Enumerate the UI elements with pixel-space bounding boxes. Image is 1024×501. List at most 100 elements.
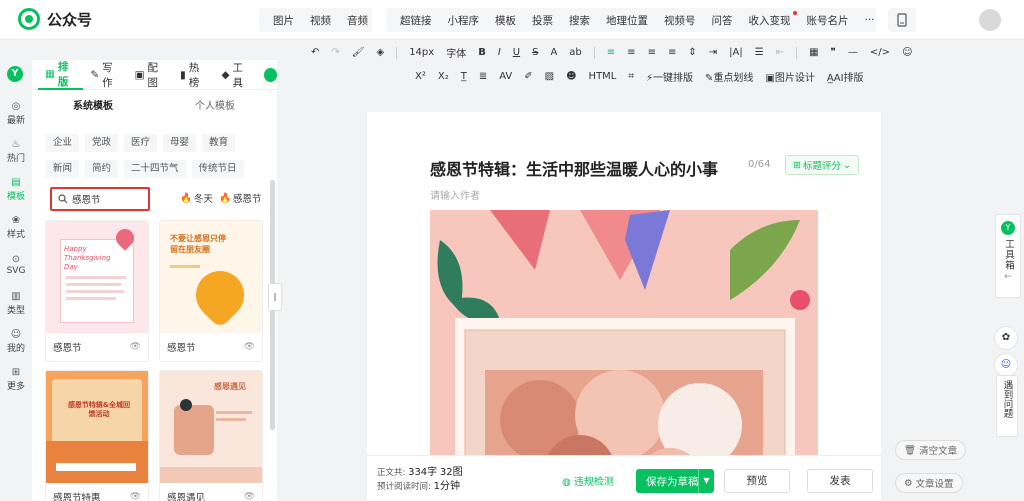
subtab-personal[interactable]: 个人模板 <box>154 96 276 118</box>
author-input[interactable]: 请输入作者 <box>430 187 480 202</box>
tab-image[interactable]: ▣ 配图 <box>128 60 173 90</box>
font-family-select[interactable]: 字体 <box>446 45 466 60</box>
panel-toggle[interactable] <box>264 67 277 82</box>
font-size-select[interactable]: 14px <box>409 47 434 58</box>
table-icon[interactable]: ▦ <box>809 47 818 58</box>
menu-audio[interactable]: 音频 <box>339 13 376 28</box>
article-title-input[interactable]: 感恩节特辑：生活中那些温暖人心的小事 <box>430 156 718 180</box>
outdent-icon[interactable]: ⇤ <box>776 47 784 58</box>
template-card[interactable]: Happy Thanksgiving Day 感恩节 👁 <box>45 220 149 362</box>
chip-maternal[interactable]: 母婴 <box>163 134 197 152</box>
preview-eye-icon[interactable]: 👁 <box>130 342 141 352</box>
list-icon[interactable]: ☰ <box>755 47 764 58</box>
tab-write[interactable]: ✎ 写作 <box>83 60 127 90</box>
menu-account-card[interactable]: 账号名片 <box>799 13 857 28</box>
hot-tag-winter[interactable]: 🔥 冬天 <box>180 191 213 206</box>
subtab-system[interactable]: 系统模板 <box>32 96 154 118</box>
subscript-icon[interactable]: X₂ <box>438 71 449 82</box>
template-card[interactable]: 不要让感恩只停留在朋友圈 感恩节 👁 <box>159 220 263 362</box>
violation-check-button[interactable]: ◍ 违规检测 <box>562 473 614 488</box>
app-logo[interactable]: 公众号 <box>18 8 92 30</box>
superscript-icon[interactable]: X² <box>415 71 426 82</box>
template-search-input[interactable]: 感恩节 <box>50 187 150 211</box>
chip-education[interactable]: 教育 <box>202 134 236 152</box>
emoji-icon[interactable]: ☺ <box>902 47 912 58</box>
preview-eye-icon[interactable]: 👁 <box>244 492 255 501</box>
robot-icon[interactable]: ☺ <box>994 353 1018 377</box>
chip-solar-terms[interactable]: 二十四节气 <box>124 160 186 178</box>
menu-location[interactable]: 地理位置 <box>598 13 656 28</box>
chip-party[interactable]: 党政 <box>85 134 119 152</box>
sticker-icon[interactable]: ☻ <box>566 71 576 82</box>
apps-icon[interactable]: ✿ <box>994 326 1018 350</box>
chip-enterprise[interactable]: 企业 <box>46 134 80 152</box>
ai-layout[interactable]: A̲AI排版 <box>827 69 864 84</box>
chip-medical[interactable]: 医疗 <box>124 134 158 152</box>
chip-news[interactable]: 新闻 <box>46 160 80 178</box>
char-spacing-icon[interactable]: AV <box>499 71 512 82</box>
template-card[interactable]: 感恩遇见 感恩遇见 👁 <box>159 370 263 501</box>
justify-icon[interactable]: ≡ <box>668 47 676 58</box>
format-painter-icon[interactable]: 🖌 <box>352 47 365 58</box>
code-icon[interactable]: </> <box>870 47 890 58</box>
rail-more[interactable]: ⊞ 更多 <box>0 360 32 398</box>
crop-icon[interactable]: ⌗ <box>628 71 634 82</box>
indent-icon[interactable]: ⇥ <box>709 47 717 58</box>
rail-latest[interactable]: ◎ 最新 <box>0 94 32 132</box>
publish-button[interactable]: 发表 <box>807 469 873 493</box>
template-card[interactable]: 感恩节特辑&全城回馈活动 感恩节特惠 👁 <box>45 370 149 501</box>
chevron-down-icon[interactable]: ▼ <box>698 469 714 493</box>
menu-hyperlink[interactable]: 超链接 <box>392 13 440 28</box>
image-design[interactable]: ▣图片设计 <box>765 69 814 84</box>
rail-style[interactable]: ❀ 样式 <box>0 208 32 246</box>
title-score-button[interactable]: ⊞ 标题评分 ⌄ <box>785 155 859 175</box>
html-icon[interactable]: HTML <box>589 71 617 82</box>
rail-mine[interactable]: ☺ 我的 <box>0 322 32 360</box>
font-color-icon[interactable]: A <box>550 47 557 58</box>
one-key-layout[interactable]: ⚡一键排版 <box>646 69 693 84</box>
menu-monetize[interactable]: 收入变现 <box>741 10 799 28</box>
align-left-icon[interactable]: ≡ <box>607 47 615 58</box>
background-color-icon[interactable]: ab <box>569 47 581 58</box>
underline-icon[interactable]: U <box>513 47 520 58</box>
quote-icon[interactable]: ❞ <box>831 47 836 58</box>
menu-miniprogram[interactable]: 小程序 <box>440 13 488 28</box>
menu-qa[interactable]: 问答 <box>704 13 741 28</box>
align-right-icon[interactable]: ≡ <box>648 47 656 58</box>
highlight-line[interactable]: ✎重点划线 <box>705 69 753 84</box>
strikethrough-icon[interactable]: S <box>532 47 538 58</box>
help-button[interactable]: 遇到问题 <box>996 375 1018 437</box>
paragraph-spacing-icon[interactable]: ≣ <box>479 71 487 82</box>
rail-hot[interactable]: ♨ 热门 <box>0 132 32 170</box>
preview-eye-icon[interactable]: 👁 <box>130 492 141 501</box>
undo-icon[interactable]: ↶ <box>311 47 319 58</box>
clear-format-icon[interactable]: ◈ <box>376 47 384 58</box>
hot-tag-thanksgiving[interactable]: 🔥 感恩节 <box>219 191 261 206</box>
avatar[interactable] <box>979 9 1001 31</box>
tab-hot[interactable]: ▮ 热榜 <box>173 60 215 90</box>
letter-spacing-icon[interactable]: |A| <box>729 47 743 58</box>
menu-template[interactable]: 模板 <box>487 13 524 28</box>
mobile-preview-icon[interactable] <box>888 8 916 32</box>
magic-icon[interactable]: ✐ <box>524 71 532 82</box>
tab-tools[interactable]: ◆ 工具 <box>214 60 258 90</box>
collapse-handle[interactable]: ‖ <box>268 283 282 311</box>
save-draft-button[interactable]: 保存为草稿 ▼ <box>636 469 714 493</box>
image-insert-icon[interactable]: ▨ <box>545 71 554 82</box>
redo-icon[interactable]: ↷ <box>331 47 339 58</box>
divider-icon[interactable]: — <box>848 47 858 58</box>
line-height-icon[interactable]: ⇕ <box>688 47 696 58</box>
rail-template[interactable]: ▤ 模板 <box>0 170 32 208</box>
menu-more[interactable]: ··· <box>857 14 883 26</box>
menu-video[interactable]: 视频 <box>302 13 339 28</box>
clear-article-button[interactable]: 🗑 清空文章 <box>895 440 967 460</box>
menu-channels[interactable]: 视频号 <box>656 13 704 28</box>
preview-button[interactable]: 预览 <box>724 469 790 493</box>
preview-eye-icon[interactable]: 👁 <box>244 342 255 352</box>
bold-icon[interactable]: B <box>478 47 486 58</box>
align-center-icon[interactable]: ≡ <box>627 47 635 58</box>
chip-simple[interactable]: 简约 <box>85 160 119 178</box>
menu-vote[interactable]: 投票 <box>524 13 561 28</box>
menu-image[interactable]: 图片 <box>265 13 302 28</box>
italic-icon[interactable]: I <box>498 47 501 58</box>
